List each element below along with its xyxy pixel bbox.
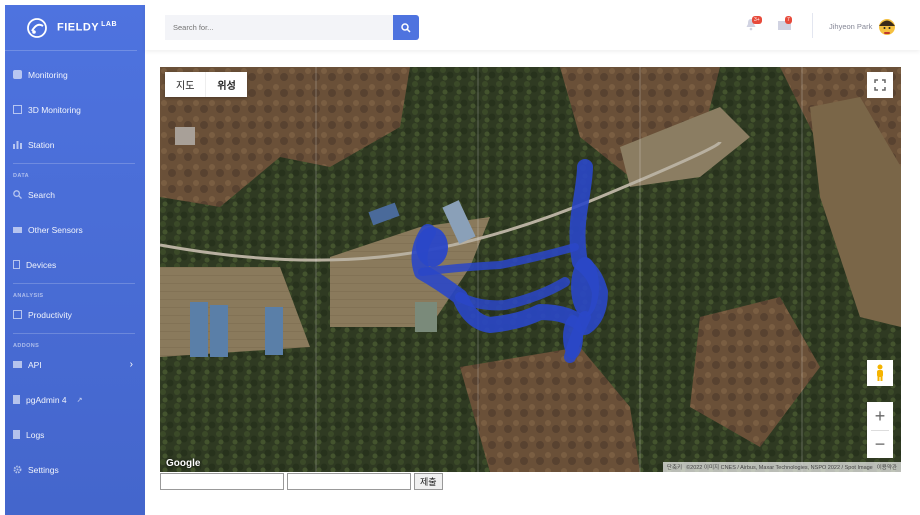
fullscreen-button[interactable] [867, 72, 893, 98]
file-icon [13, 430, 20, 439]
sidebar-item-pgadmin[interactable]: pgAdmin 4 ↗ [5, 382, 145, 417]
sensor-icon [13, 226, 22, 233]
sidebar-item-logs[interactable]: Logs [5, 417, 145, 452]
folder-icon [13, 361, 22, 368]
device-icon [13, 260, 20, 269]
map-type-satellite-button[interactable]: 위성 [205, 72, 246, 97]
map-type-control: 지도 위성 [165, 72, 247, 97]
sidebar-item-productivity[interactable]: Productivity [5, 297, 145, 332]
file-icon [13, 395, 20, 404]
sidebar-item-label: 3D Monitoring [28, 104, 81, 115]
zoom-out-button[interactable]: − [867, 430, 893, 458]
sidebar-item-label: Settings [28, 464, 59, 475]
zoom-separator [871, 430, 889, 431]
search-icon [401, 22, 411, 33]
brand[interactable]: FIELDY LAB [5, 5, 137, 51]
search-icon [13, 190, 22, 199]
brand-name: FIELDY LAB [57, 21, 118, 34]
zoom-control: + − [867, 402, 893, 458]
sidebar-item-label: Other Sensors [28, 224, 83, 235]
map-icon [13, 70, 22, 79]
search-button[interactable] [393, 15, 419, 40]
coordinate-form: 제출 [160, 473, 443, 490]
google-logo: Google [166, 458, 201, 469]
search-bar [165, 15, 420, 40]
first-input[interactable] [160, 473, 284, 490]
alerts-badge: 3+ [752, 16, 762, 24]
sidebar-item-settings[interactable]: Settings [5, 452, 145, 487]
pegman-icon [877, 364, 883, 381]
chevron-right-icon: › [129, 359, 133, 370]
gps-track [411, 159, 608, 363]
gear-icon [13, 465, 22, 474]
logo-icon [27, 17, 47, 38]
sidebar-item-devices[interactable]: Devices [5, 247, 145, 282]
sidebar-item-station[interactable]: Station [5, 127, 145, 162]
terms-link[interactable]: 이용약관 [877, 463, 897, 471]
sidebar: FIELDY LAB Monitoring 3D Monitoring Stati… [5, 5, 145, 515]
table-icon [13, 310, 22, 319]
external-link-icon: ↗ [76, 396, 83, 404]
search-input[interactable] [165, 15, 393, 40]
sidebar-item-label: Search [28, 189, 55, 200]
map-attribution: 단축키 ©2022 이미지 CNES / Airbus, Maxar Techn… [662, 462, 901, 472]
fullscreen-icon [874, 79, 886, 91]
sidebar-item-label: API [28, 359, 42, 370]
avatar[interactable] [876, 15, 898, 37]
sidebar-item-other-sensors[interactable]: Other Sensors [5, 212, 145, 247]
cube-icon [13, 105, 22, 114]
user-name[interactable]: Jihyeon Park [829, 22, 872, 31]
sidebar-item-label: pgAdmin 4 [26, 394, 67, 405]
app: FIELDY LAB Monitoring 3D Monitoring Stati… [0, 0, 920, 515]
sidebar-item-label: Logs [26, 429, 45, 440]
sidebar-item-label: Monitoring [28, 69, 68, 80]
topbar: 3+ 7 Jihyeon Park [145, 0, 920, 50]
second-input[interactable] [287, 473, 411, 490]
alerts-button[interactable]: 3+ [745, 16, 763, 32]
zoom-in-button[interactable]: + [867, 402, 893, 430]
messages-badge: 7 [785, 16, 792, 24]
sidebar-item-label: Productivity [28, 309, 72, 320]
keyboard-shortcuts-link[interactable]: 단축키 [667, 463, 682, 471]
sidebar-item-api[interactable]: API › [5, 347, 145, 382]
sidebar-item-3d-monitoring[interactable]: 3D Monitoring [5, 92, 145, 127]
sidebar-item-label: Station [28, 139, 55, 150]
topbar-divider [812, 13, 813, 38]
sidebar-item-monitoring[interactable]: Monitoring [5, 57, 145, 92]
sidebar-item-search[interactable]: Search [5, 177, 145, 212]
messages-button[interactable]: 7 [778, 16, 796, 32]
submit-button[interactable]: 제출 [414, 473, 443, 490]
map-type-map-button[interactable]: 지도 [165, 72, 205, 97]
attribution-text: ©2022 이미지 CNES / Airbus, Maxar Technolog… [686, 465, 873, 471]
sidebar-item-label: Devices [26, 259, 57, 270]
street-view-pegman-button[interactable] [867, 360, 893, 386]
satellite-map[interactable]: 지도 위성 + − Google 단축키 ©2022 이미지 CNES / Ai… [160, 67, 901, 472]
bar-chart-icon [13, 141, 22, 149]
